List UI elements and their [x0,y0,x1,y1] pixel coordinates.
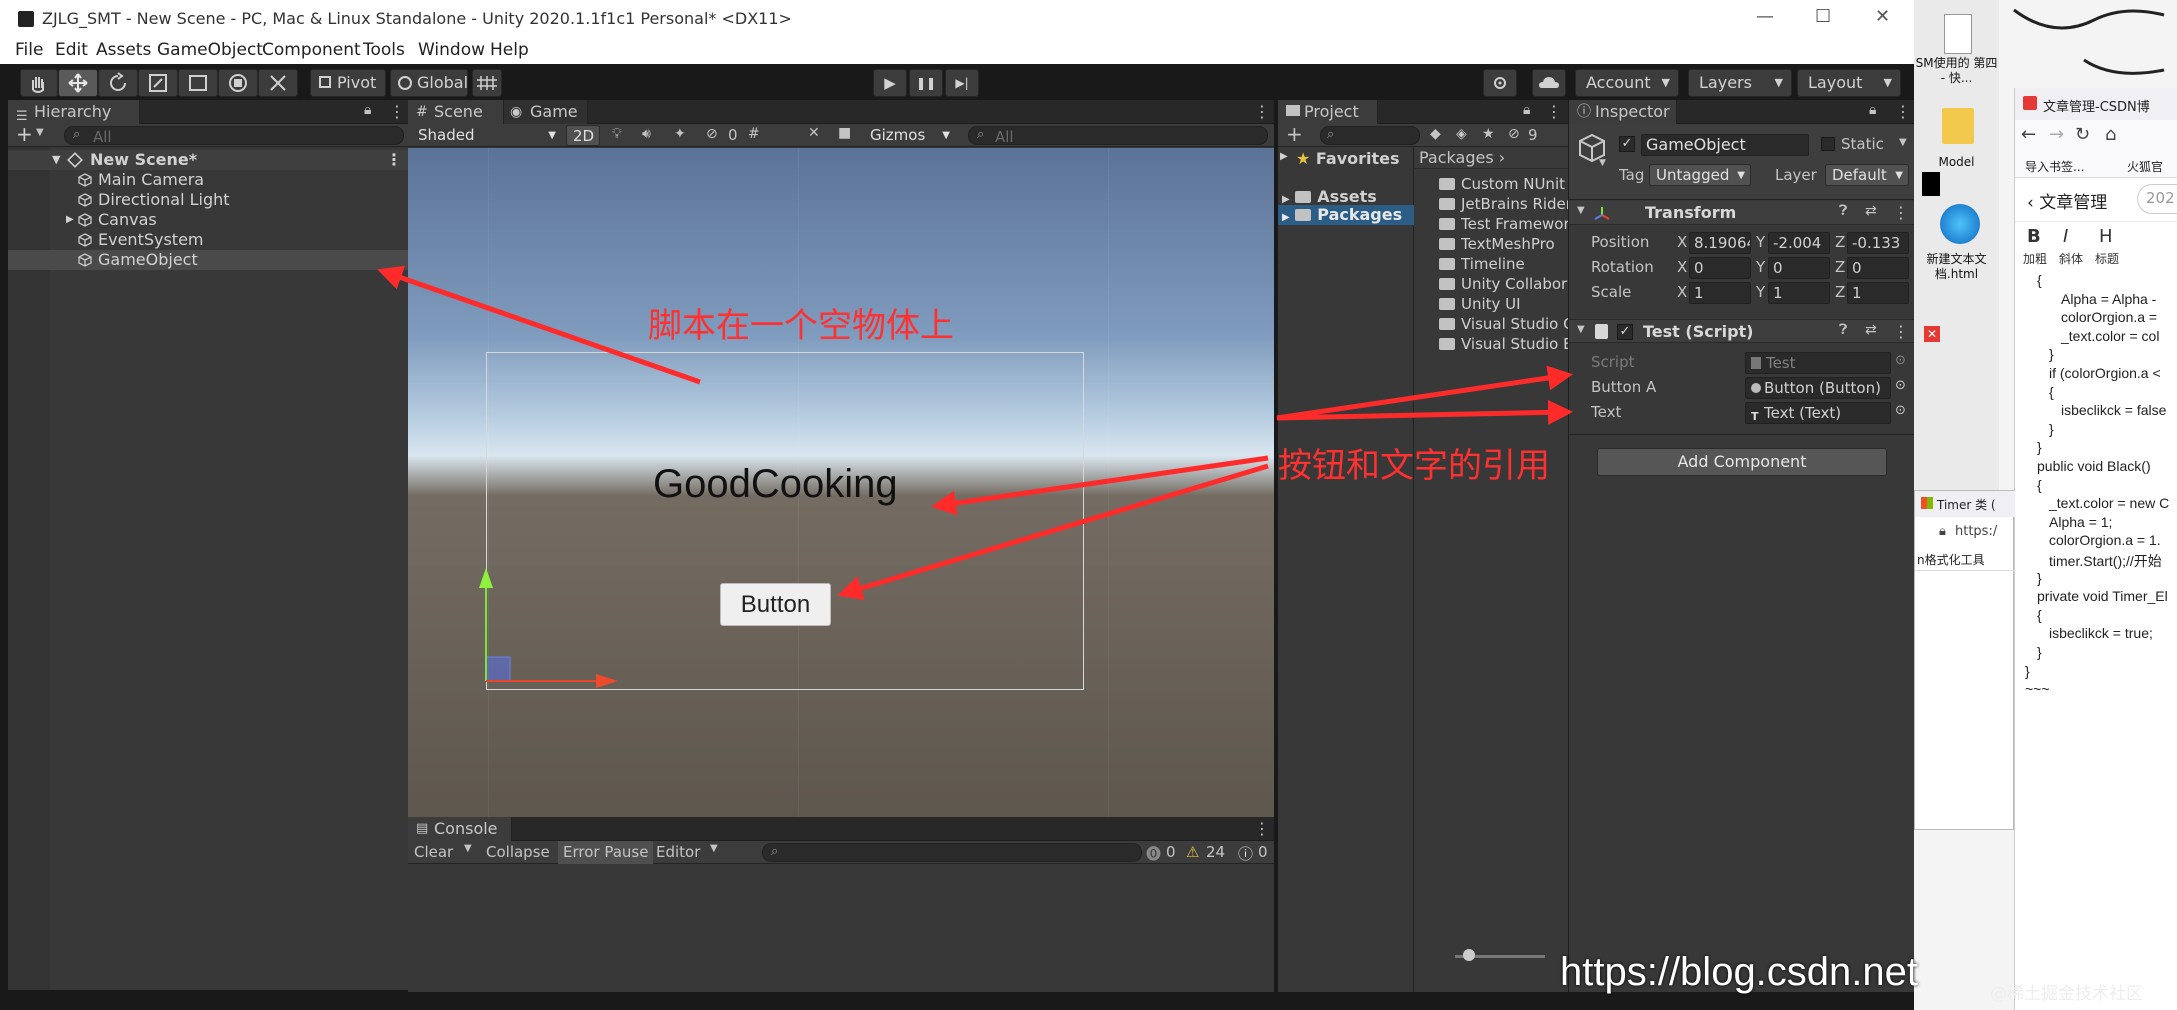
code-line: Alpha = 1; [2049,513,2113,530]
page-title[interactable]: ‹ 文章管理 [2027,188,2107,213]
code-line: } [2037,569,2042,586]
code-line: ~~~ [2025,681,2050,698]
home-icon[interactable]: ⌂ [2105,124,2116,145]
italic-button[interactable]: I [2063,226,2068,247]
close-icon[interactable]: ✕ [1924,326,1940,342]
code-line: } [2037,644,2042,660]
browser-nav: ← → ↻ ⌂ [2015,120,2177,154]
heading-button[interactable]: H [2099,226,2113,247]
code-line: colorOrgion.a = [2061,309,2158,326]
watermark-secondary: @稀土掘金技术社区 [1990,984,2143,1004]
code-line: { [2037,606,2042,623]
code-line: timer.Start();//开始 [2049,553,2162,569]
reload-icon[interactable]: ↻ [2075,124,2090,145]
code-line: _text.color = new C [2049,495,2170,512]
microsoft-favicon [1921,497,1933,509]
code-line: colorOrgion.a = 1. [2049,532,2161,549]
timer-bookmarks: n格式化工具 [1915,547,2015,571]
code-line: private void Timer_El [2037,588,2168,605]
desktop-background: SM使用的 第四 - 快... Model 新建文本文档.html ✕ 文章管理… [1914,0,2177,1010]
browser-window: 文章管理-CSDN博 ← → ↻ ⌂ 导入书签... 火狐官 ‹ 文章管理 202 B 加粗… [2014,88,2177,1010]
forward-icon[interactable]: → [2049,124,2064,145]
watermark: https://blog.csdn.net [1560,950,1919,994]
folder-icon[interactable] [1942,108,1974,144]
code-line: } [2037,439,2042,456]
code-line: } [2049,346,2054,363]
black-file-icon[interactable] [1922,172,1940,196]
browser-tab[interactable]: 文章管理-CSDN博 [2015,88,2177,120]
timer-urlbar[interactable]: 🔒︎ https:/ [1915,517,2015,547]
desktop-icon-column: SM使用的 第四 - 快... Model 新建文本文档.html ✕ [1914,0,1999,500]
back-icon[interactable]: ← [2021,124,2036,145]
lock-icon: 🔒︎ [1939,524,1946,539]
unity-editor-window: ZJLG_SMT - New Scene - PC, Mac & Linux S… [0,0,1914,1010]
timer-browser-window: Timer 类 ( 🔒︎ https:/ n格式化工具 [1914,490,2015,830]
code-line: isbeclikck = false [2061,402,2167,419]
csdn-favicon [2023,96,2037,110]
edge-browser-icon[interactable] [1940,204,1980,244]
desktop-icon-label: SM使用的 第四 - 快... [1915,56,1998,85]
editor-toolbar: B 加粗 I 斜体 H 标题 [2023,226,2120,266]
code-editor[interactable]: {Alpha = Alpha - colorOrgion.a = _text.col… [2015,272,2177,1010]
code-line: } [2025,662,2030,679]
code-line: if (colorOrgion.a < [2049,365,2161,381]
code-line: isbeclikck = true; [2049,625,2153,642]
desktop-icon-label: Model [1938,155,1975,169]
page-search-input[interactable]: 202 [2137,184,2177,214]
code-line: Alpha = Alpha - [2061,290,2157,307]
code-line: { [2049,383,2054,400]
code-line: public void Black() [2037,458,2151,474]
desktop-icon-label: 新建文本文档.html [1926,252,1987,281]
code-line: } [2049,420,2054,437]
code-line: { [2037,272,2042,288]
code-line: _text.color = col [2061,327,2160,344]
timer-tab[interactable]: Timer 类 ( [1915,491,2015,517]
code-line: { [2037,476,2042,493]
page-header: ‹ 文章管理 202 [2015,178,2177,222]
annotation-arrows [377,265,1573,601]
bold-button[interactable]: B [2027,226,2041,247]
document-icon[interactable] [1944,14,1972,54]
bookmarks-bar: 导入书签... 火狐官 [2015,154,2177,178]
